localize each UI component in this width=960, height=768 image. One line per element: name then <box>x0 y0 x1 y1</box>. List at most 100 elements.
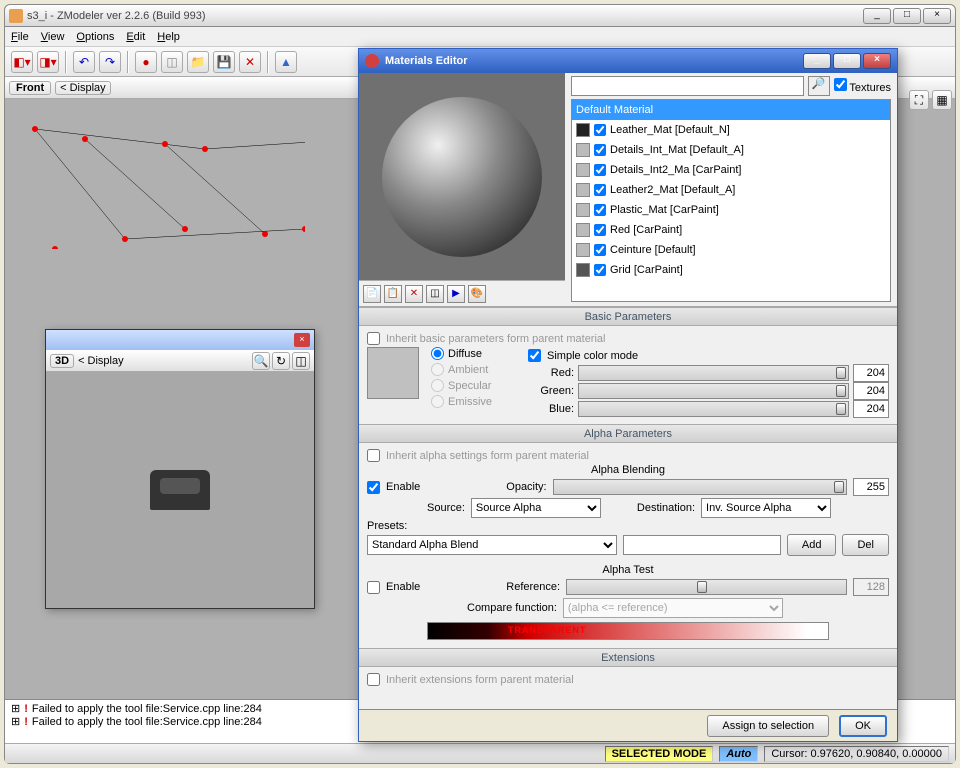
mat-icon <box>365 54 379 68</box>
x-icon[interactable]: ✕ <box>239 51 261 73</box>
alpha-test-label: Alpha Test <box>367 564 889 576</box>
preview-viewport[interactable] <box>359 73 565 280</box>
material-item[interactable]: Leather_Mat [Default_N] <box>572 120 890 140</box>
red-slider[interactable] <box>578 365 849 381</box>
minimize-button[interactable]: _ <box>863 8 891 24</box>
mat-search-row: 🔎 Textures <box>565 73 897 99</box>
ok-button[interactable]: OK <box>839 715 887 737</box>
material-item[interactable]: Plastic_Mat [CarPaint] <box>572 200 890 220</box>
wireframe-mesh <box>5 99 305 249</box>
mat-footer: Assign to selection OK <box>359 709 897 741</box>
enable-blend-checkbox[interactable] <box>367 481 380 494</box>
basic-header: Basic Parameters <box>359 308 897 326</box>
material-item[interactable]: Red [CarPaint] <box>572 220 890 240</box>
menu-options[interactable]: Options <box>76 31 114 43</box>
material-search-input[interactable] <box>571 76 804 96</box>
floating-3d-panel[interactable]: × 3D < Display 🔍 ↻ ◫ <box>45 329 315 609</box>
status-mode: SELECTED MODE <box>605 746 714 762</box>
blue-value[interactable]: 204 <box>853 400 889 418</box>
opacity-value[interactable]: 255 <box>853 478 889 496</box>
float-titlebar[interactable]: × <box>46 330 314 350</box>
preview-sphere <box>382 97 542 257</box>
maximize-button[interactable]: □ <box>893 8 921 24</box>
basic-parameters-panel: Basic Parameters Inherit basic parameter… <box>359 307 897 424</box>
material-item[interactable]: Details_Int2_Ma [CarPaint] <box>572 160 890 180</box>
redo-icon[interactable]: ↷ <box>99 51 121 73</box>
new-icon[interactable]: ◧▾ <box>11 51 33 73</box>
zoom-icon[interactable]: 🔍 <box>252 352 270 370</box>
copy-mat-icon[interactable]: 📋 <box>384 285 402 303</box>
side-toolbar: ⛶ ▦ <box>909 90 952 110</box>
source-dropdown[interactable]: Source Alpha <box>471 498 601 518</box>
status-cursor: Cursor: 0.97620, 0.90840, 0.00000 <box>764 746 949 762</box>
inherit-ext-checkbox[interactable] <box>367 673 380 686</box>
orbit-icon[interactable]: ↻ <box>272 352 290 370</box>
destination-dropdown[interactable]: Inv. Source Alpha <box>701 498 831 518</box>
inherit-alpha-checkbox[interactable] <box>367 449 380 462</box>
folder-icon[interactable]: 📁 <box>187 51 209 73</box>
statusbar: SELECTED MODE Auto Cursor: 0.97620, 0.90… <box>5 743 955 763</box>
material-item[interactable]: Ceinture [Default] <box>572 240 890 260</box>
mat-close-button[interactable]: × <box>863 53 891 69</box>
green-slider[interactable] <box>578 383 849 399</box>
blue-slider[interactable] <box>578 401 849 417</box>
close-button[interactable]: × <box>923 8 951 24</box>
save-icon[interactable]: 💾 <box>213 51 235 73</box>
textures-checkbox[interactable] <box>834 78 847 91</box>
menu-file[interactable]: File <box>11 31 29 43</box>
float-display-dropdown[interactable]: < Display <box>78 355 124 367</box>
float-viewport[interactable] <box>46 372 314 608</box>
preset-name-input[interactable] <box>623 535 781 555</box>
fit-icon[interactable]: ◫ <box>292 352 310 370</box>
simple-color-checkbox[interactable] <box>528 349 541 362</box>
material-item[interactable]: Leather2_Mat [Default_A] <box>572 180 890 200</box>
cube-icon[interactable]: ◫ <box>161 51 183 73</box>
find-icon[interactable]: 🔎 <box>808 76 830 96</box>
reference-slider[interactable] <box>566 579 847 595</box>
material-item[interactable]: Grid [CarPaint] <box>572 260 890 280</box>
mat-minimize-button[interactable]: _ <box>803 53 831 69</box>
green-value[interactable]: 204 <box>853 382 889 400</box>
display-dropdown[interactable]: < Display <box>55 81 111 95</box>
delete-mat-icon[interactable]: ✕ <box>405 285 423 303</box>
palette-icon[interactable]: 🎨 <box>468 285 486 303</box>
open-icon[interactable]: ◨▾ <box>37 51 59 73</box>
material-item[interactable]: Default Material <box>572 100 890 120</box>
new-mat-icon[interactable]: 📄 <box>363 285 381 303</box>
app-icon <box>9 9 23 23</box>
menu-edit[interactable]: Edit <box>126 31 145 43</box>
grid-icon[interactable]: ▦ <box>932 90 952 110</box>
preset-dropdown[interactable]: Standard Alpha Blend <box>367 535 617 555</box>
red-ball-icon[interactable]: ● <box>135 51 157 73</box>
del-preset-button[interactable]: Del <box>842 534 889 556</box>
materials-editor-dialog[interactable]: Materials Editor _ □ × 📄 📋 ✕ ◫ ▶ 🎨 <box>358 48 898 742</box>
inherit-basic-checkbox[interactable] <box>367 332 380 345</box>
mat-maximize-button[interactable]: □ <box>833 53 861 69</box>
opacity-slider[interactable] <box>553 479 847 495</box>
float-view-name[interactable]: 3D <box>50 354 74 368</box>
menu-view[interactable]: View <box>41 31 65 43</box>
float-toolbar: 3D < Display 🔍 ↻ ◫ <box>46 350 314 372</box>
drop-icon[interactable]: ▲ <box>275 51 297 73</box>
color-swatch[interactable] <box>367 347 419 399</box>
undo-icon[interactable]: ↶ <box>73 51 95 73</box>
diffuse-radio[interactable]: Diffuse <box>431 347 492 360</box>
mat-titlebar[interactable]: Materials Editor _ □ × <box>359 49 897 73</box>
extensions-panel: Extensions Inherit extensions form paren… <box>359 648 897 692</box>
float-close-icon[interactable]: × <box>294 333 310 347</box>
reference-value: 128 <box>853 578 889 596</box>
enable-test-checkbox[interactable] <box>367 581 380 594</box>
cube-preview-icon[interactable]: ◫ <box>426 285 444 303</box>
red-value[interactable]: 204 <box>853 364 889 382</box>
play-icon[interactable]: ▶ <box>447 285 465 303</box>
view-name[interactable]: Front <box>9 81 51 95</box>
menu-help[interactable]: Help <box>157 31 180 43</box>
specular-radio: Specular <box>431 379 492 392</box>
assign-button[interactable]: Assign to selection <box>707 715 829 737</box>
textures-checkbox-label[interactable]: Textures <box>834 78 891 94</box>
materials-list[interactable]: Default Material Leather_Mat [Default_N]… <box>571 99 891 302</box>
expand-icon[interactable]: ⛶ <box>909 90 929 110</box>
add-preset-button[interactable]: Add <box>787 534 837 556</box>
material-item[interactable]: Details_Int_Mat [Default_A] <box>572 140 890 160</box>
ext-header: Extensions <box>359 649 897 667</box>
